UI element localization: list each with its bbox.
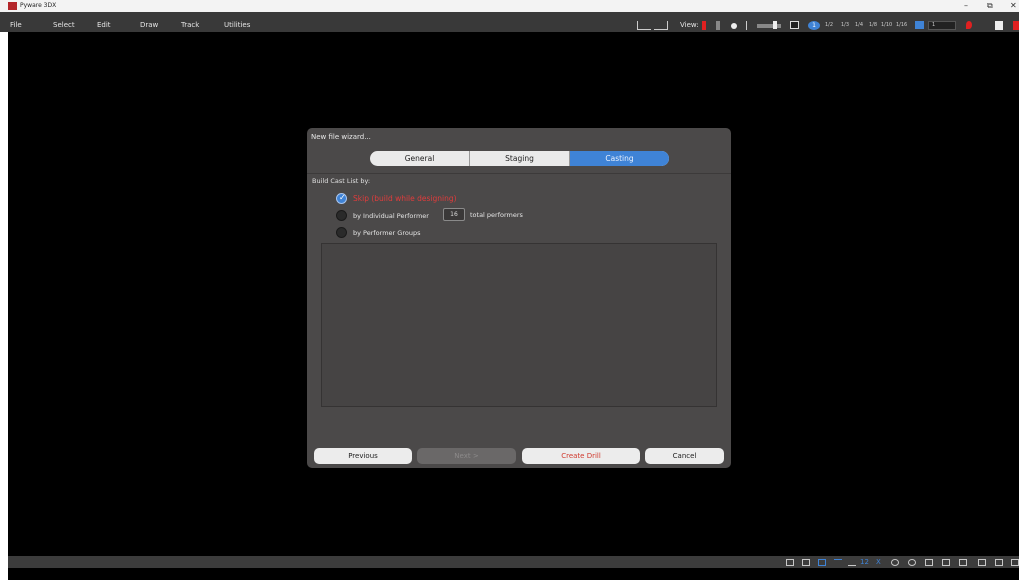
divider [307, 173, 731, 174]
maximize-button[interactable]: ⧉ [987, 1, 993, 11]
text-tool-icon[interactable] [834, 559, 842, 566]
record-icon[interactable] [1013, 21, 1019, 30]
performer-count-input[interactable]: 16 [443, 208, 465, 221]
fraction-tenth[interactable]: 1/10 [881, 22, 892, 31]
photo-icon[interactable] [942, 559, 950, 566]
dialog-title: New file wizard... [311, 133, 371, 141]
step-badge[interactable]: 1 [808, 21, 820, 30]
fraction-quarter[interactable]: 1/4 [855, 22, 863, 31]
next-button[interactable]: Next > [417, 448, 516, 464]
view-slider-handle[interactable] [773, 21, 777, 29]
menu-select[interactable]: Select [53, 22, 75, 29]
option-groups-label[interactable]: by Performer Groups [353, 229, 420, 237]
frame-icon[interactable] [802, 559, 810, 566]
previous-button[interactable]: Previous [314, 448, 412, 464]
lasso-icon[interactable] [891, 559, 899, 566]
fraction-eighth[interactable]: 1/8 [869, 22, 877, 31]
menu-edit[interactable]: Edit [97, 22, 111, 29]
menu-track[interactable]: Track [181, 22, 199, 29]
redo-icon[interactable] [654, 21, 668, 30]
create-drill-button[interactable]: Create Drill [522, 448, 640, 464]
fraction-third[interactable]: 1/3 [841, 22, 849, 31]
view-marker-gray-icon[interactable] [716, 21, 720, 30]
fraction-sixteenth[interactable]: 1/16 [896, 22, 907, 31]
status-bar: 12 X [8, 556, 1019, 568]
grid-icon[interactable] [786, 559, 794, 566]
menu-utilities[interactable]: Utilities [224, 22, 250, 29]
panel-extra-icon[interactable] [1011, 559, 1019, 566]
menu-draw[interactable]: Draw [140, 22, 158, 29]
window-left-border [0, 32, 8, 580]
step-field[interactable]: 1 [928, 21, 956, 30]
location-pin-icon[interactable] [966, 21, 972, 29]
tab-casting[interactable]: Casting [570, 151, 669, 166]
radio-performer-groups[interactable] [336, 227, 347, 238]
option-individual-label[interactable]: by Individual Performer [353, 212, 429, 220]
panel-right-icon[interactable] [995, 559, 1003, 566]
camera-icon[interactable] [959, 559, 967, 566]
tab-staging[interactable]: Staging [470, 151, 570, 166]
view-dot-icon[interactable] [731, 23, 737, 29]
fraction-half[interactable]: 1/2 [825, 22, 833, 31]
window-title-bar: Pyware 3DX – ⧉ ✕ [0, 0, 1019, 12]
view-slider[interactable] [757, 24, 781, 28]
home-icon[interactable] [818, 559, 826, 566]
menu-bar: File Select Edit Draw Track Utilities Vi… [0, 12, 1019, 32]
menu-file[interactable]: File [10, 22, 22, 29]
panel-toggle-icon[interactable] [995, 21, 1003, 30]
panel-left-icon[interactable] [978, 559, 986, 566]
tab-general[interactable]: General [370, 151, 470, 166]
close-button[interactable]: ✕ [1010, 1, 1017, 10]
compass-icon[interactable] [746, 21, 752, 30]
target-icon[interactable] [908, 559, 916, 566]
radio-skip[interactable] [336, 193, 347, 204]
swap-icon[interactable] [848, 559, 856, 566]
snap-checkbox[interactable] [915, 21, 924, 29]
minimize-button[interactable]: – [964, 1, 968, 10]
bottom-strip [8, 568, 1019, 580]
box-icon[interactable] [790, 21, 799, 29]
new-file-wizard-dialog: New file wizard... General Staging Casti… [307, 128, 731, 468]
radio-individual-performer[interactable] [336, 210, 347, 221]
total-performers-label: total performers [470, 211, 523, 219]
app-logo-icon [8, 2, 17, 10]
scissors-icon[interactable] [925, 559, 933, 566]
view-marker-red-icon[interactable] [702, 21, 706, 30]
cast-list-label: Build Cast List by: [312, 177, 371, 185]
view-label: View: [680, 21, 699, 29]
option-skip-label[interactable]: Skip (build while designing) [353, 194, 457, 203]
performer-group-list[interactable] [321, 243, 717, 407]
count-value: 12 [860, 558, 869, 566]
window-title: Pyware 3DX [20, 2, 57, 9]
cancel-button[interactable]: Cancel [645, 448, 724, 464]
x-label[interactable]: X [876, 558, 881, 566]
undo-icon[interactable] [637, 21, 651, 30]
wizard-tabs: General Staging Casting [370, 151, 669, 166]
